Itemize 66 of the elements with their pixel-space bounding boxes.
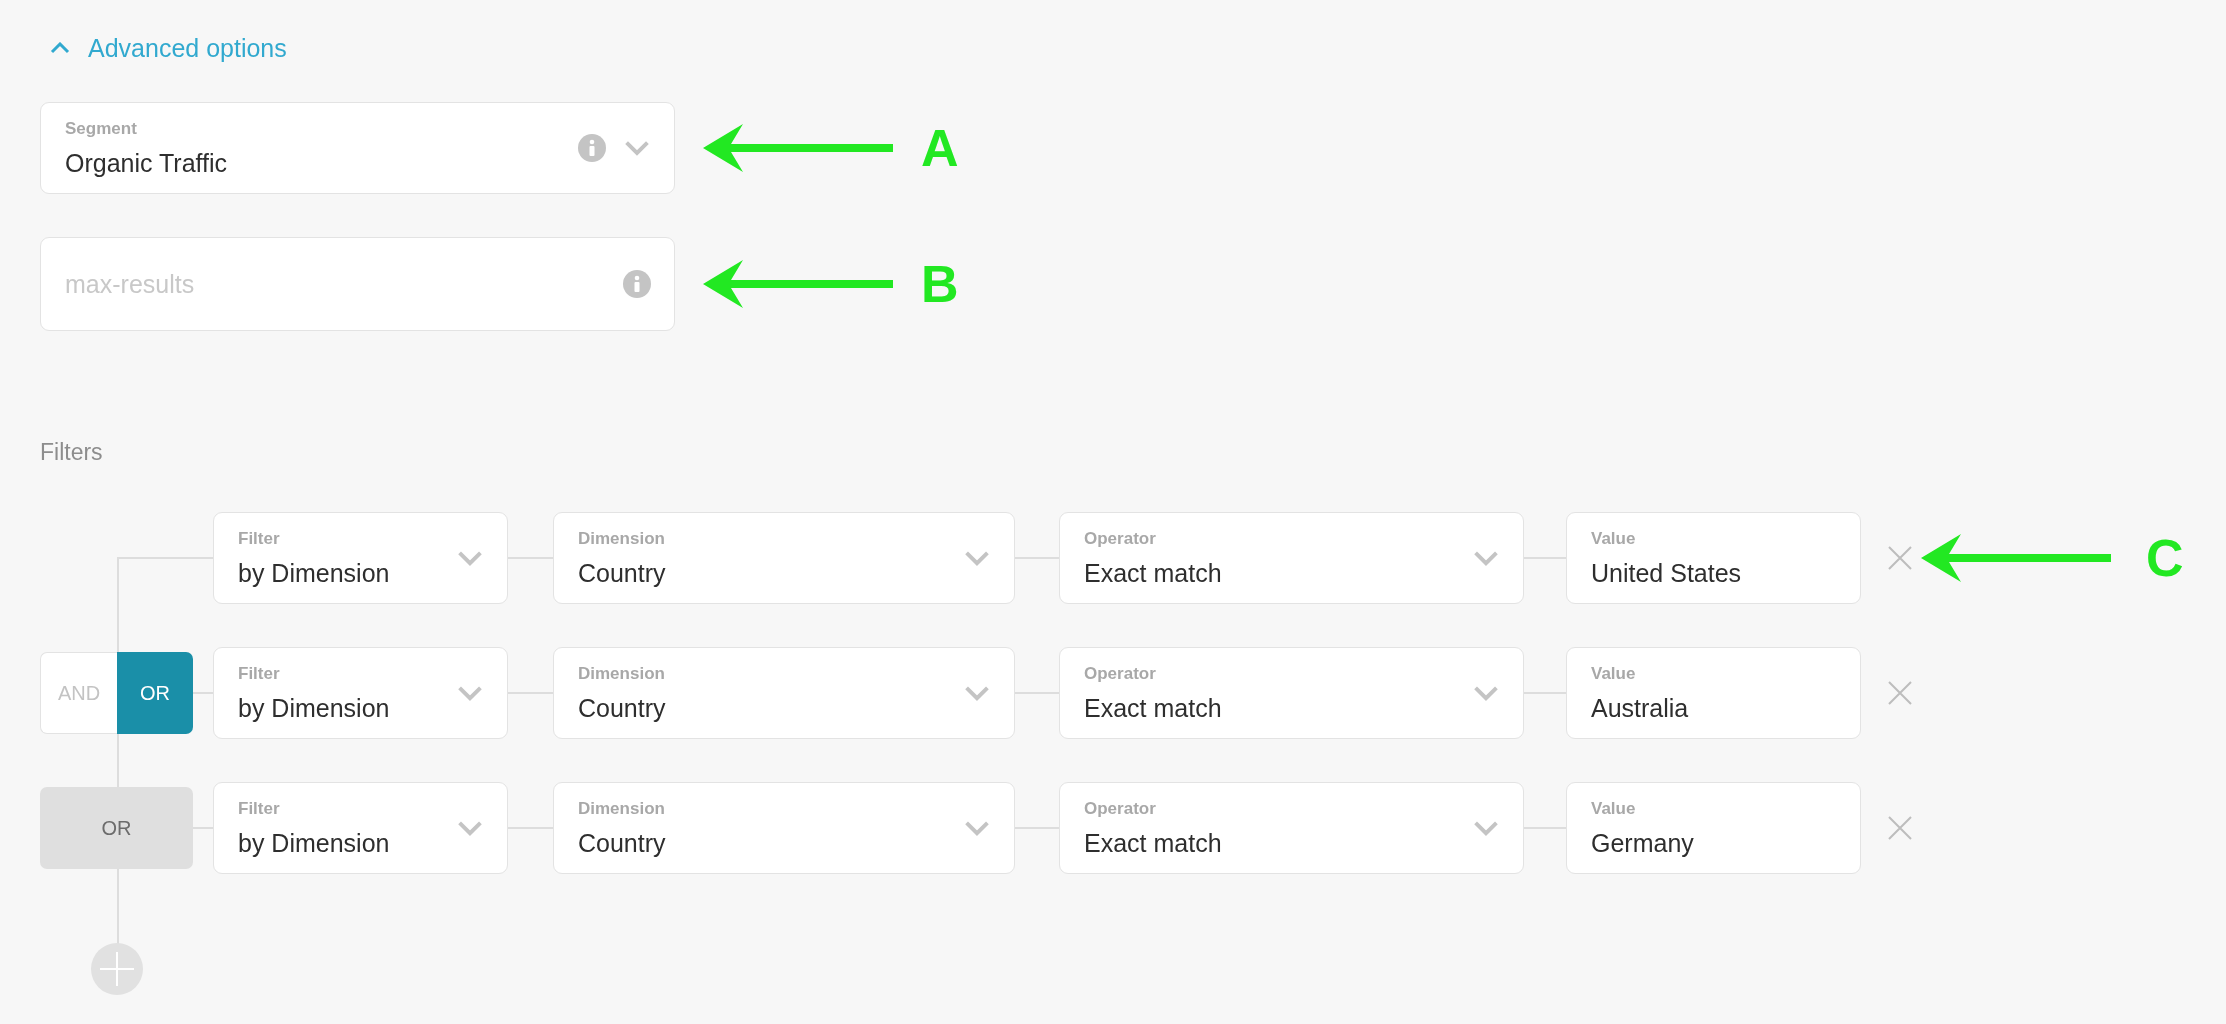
chevron-down-icon [964,685,990,701]
callout-letter: A [921,118,959,178]
arrow-icon [703,258,893,310]
info-icon [623,270,651,298]
operator-select[interactable]: Operator Exact match [1059,647,1524,739]
field-value: Germany [1591,828,1695,858]
dimension-select[interactable]: Dimension Country [553,782,1015,874]
filter-type-select[interactable]: Filter by Dimension [213,512,508,604]
field-value: Exact match [1084,558,1223,588]
chevron-down-icon [964,820,990,836]
field-label: Dimension [578,528,666,549]
field-value: Country [578,693,667,723]
logic-badge[interactable]: OR [40,787,193,869]
callout-letter: C [2146,528,2184,588]
arrow-icon [1921,532,2111,584]
field-label: Filter [238,663,281,684]
close-icon[interactable] [1887,545,1913,571]
operator-select[interactable]: Operator Exact match [1059,782,1524,874]
field-label: Segment [65,118,138,139]
chevron-down-icon [964,550,990,566]
field-label: Value [1591,528,1637,549]
filter-type-select[interactable]: Filter by Dimension [213,647,508,739]
chevron-down-icon [1473,550,1499,566]
dimension-select[interactable]: Dimension Country [553,647,1015,739]
field-label: Operator [1084,528,1157,549]
chevron-down-icon [1473,820,1499,836]
field-label: Filter [238,798,281,819]
field-label: Value [1591,663,1637,684]
plus-icon [100,952,134,986]
add-filter-button[interactable] [91,943,143,995]
field-value: by Dimension [238,828,391,858]
close-icon[interactable] [1887,680,1913,706]
segment-select[interactable]: Segment Organic Traffic [40,102,675,194]
info-icon [578,134,606,162]
chevron-down-icon [624,140,650,156]
field-label: Dimension [578,798,666,819]
dimension-select[interactable]: Dimension Country [553,512,1015,604]
operator-select[interactable]: Operator Exact match [1059,512,1524,604]
field-label: Operator [1084,663,1157,684]
field-value: Organic Traffic [65,148,229,178]
field-value: Australia [1591,693,1690,723]
field-value: Country [578,558,667,588]
value-field[interactable]: Value Australia [1566,647,1861,739]
field-value: Exact match [1084,693,1223,723]
chevron-up-icon [50,42,70,54]
field-value: United States [1591,558,1743,588]
close-icon[interactable] [1887,815,1913,841]
value-field[interactable]: Value Germany [1566,782,1861,874]
field-label: Filter [238,528,281,549]
filter-type-select[interactable]: Filter by Dimension [213,782,508,874]
field-label: Dimension [578,663,666,684]
field-value: Country [578,828,667,858]
field-value: Exact match [1084,828,1223,858]
callout-letter: B [921,254,959,314]
field-label: Value [1591,798,1637,819]
chevron-down-icon [457,685,483,701]
chevron-down-icon [457,550,483,566]
chevron-down-icon [457,820,483,836]
logic-toggle-option[interactable]: OR [117,652,193,734]
field-value: by Dimension [238,558,391,588]
value-field[interactable]: Value United States [1566,512,1861,604]
field-value: by Dimension [238,693,391,723]
chevron-down-icon [1473,685,1499,701]
section-label: Filters [40,439,103,466]
field-label: Operator [1084,798,1157,819]
arrow-icon [703,122,893,174]
